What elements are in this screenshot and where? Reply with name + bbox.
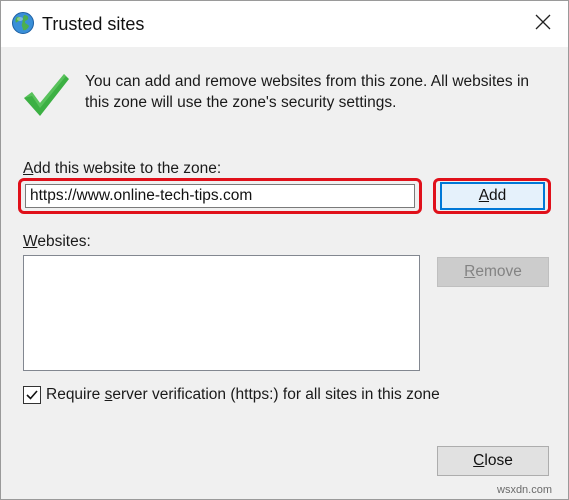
title-bar[interactable]: Trusted sites — [1, 1, 568, 47]
globe-icon — [11, 11, 35, 35]
close-window-button[interactable] — [518, 1, 568, 47]
add-website-label: Add this website to the zone: — [23, 160, 222, 177]
server-verification-label[interactable]: Require server verification (https:) for… — [46, 385, 440, 405]
close-button[interactable]: Close — [437, 446, 549, 476]
watermark: wsxdn.com — [497, 484, 553, 496]
server-verification-checkbox[interactable] — [23, 386, 41, 404]
websites-label: Websites: — [23, 233, 91, 250]
close-icon — [535, 14, 551, 35]
website-url-input[interactable] — [25, 184, 415, 208]
remove-button[interactable]: Remove — [437, 257, 549, 287]
dialog-title: Trusted sites — [42, 14, 145, 34]
websites-list[interactable] — [23, 255, 420, 371]
add-button[interactable]: Add — [440, 182, 545, 210]
checkmark-icon — [21, 71, 71, 121]
zone-info-text: You can add and remove websites from thi… — [85, 73, 530, 111]
trusted-sites-dialog: Trusted sites You can add and remove web… — [0, 0, 569, 500]
checkbox-check-icon — [26, 390, 38, 400]
